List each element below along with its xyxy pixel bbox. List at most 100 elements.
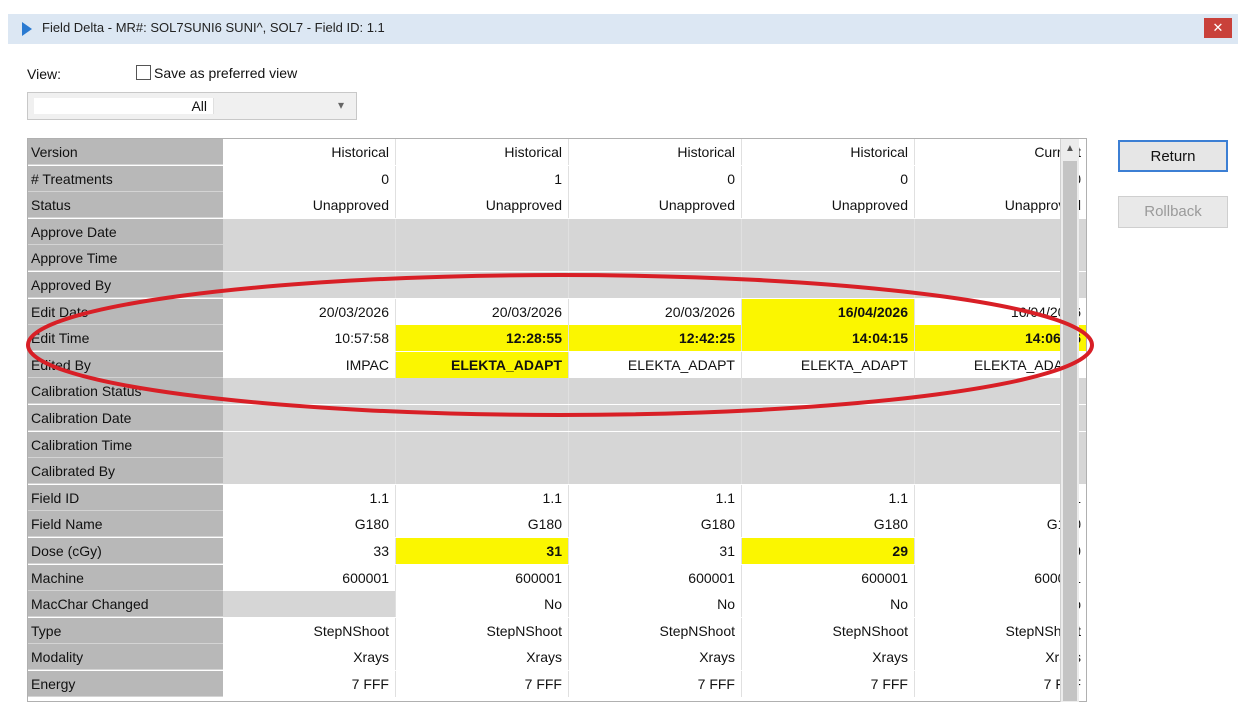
grid-cell bbox=[569, 378, 742, 405]
grid-cell: IMPAC bbox=[223, 351, 396, 378]
grid-cell: 14:04:15 bbox=[742, 325, 915, 352]
row-header: Calibration Date bbox=[28, 405, 223, 431]
grid-cell bbox=[569, 405, 742, 431]
table-row: Dose (cGy)3331312929 bbox=[28, 538, 1086, 564]
table-row: Field NameG180G180G180G180G180 bbox=[28, 511, 1086, 538]
grid-cell: 10:57:58 bbox=[223, 325, 396, 352]
table-row: Approve Time bbox=[28, 245, 1086, 272]
grid-cell: 20/03/2026 bbox=[396, 298, 569, 325]
grid-cell: Unapproved bbox=[742, 192, 915, 219]
grid-cell: StepNShoot bbox=[569, 617, 742, 644]
grid-cell bbox=[223, 405, 396, 431]
grid-cell: Unapproved bbox=[569, 192, 742, 219]
grid-cell bbox=[223, 431, 396, 458]
close-button[interactable]: ✕ bbox=[1204, 18, 1232, 38]
scroll-thumb[interactable] bbox=[1063, 161, 1077, 701]
table-row: # Treatments01000 bbox=[28, 165, 1086, 192]
view-dropdown-value: All bbox=[34, 98, 214, 114]
grid-scrollbar[interactable]: ▲ bbox=[1060, 139, 1079, 702]
grid-cell: StepNShoot bbox=[396, 617, 569, 644]
grid-cell bbox=[223, 591, 396, 618]
grid-cell: ELEKTA_ADAPT bbox=[396, 351, 569, 378]
grid-cell bbox=[396, 272, 569, 298]
table-row: Calibration Status bbox=[28, 378, 1086, 405]
grid-cell bbox=[396, 378, 569, 405]
grid-cell: G180 bbox=[742, 511, 915, 538]
grid-cell: Xrays bbox=[396, 644, 569, 671]
chevron-down-icon: ▾ bbox=[337, 98, 344, 112]
grid-cell bbox=[569, 218, 742, 245]
grid-cell: No bbox=[742, 591, 915, 618]
grid-cell: No bbox=[396, 591, 569, 618]
grid-cell: G180 bbox=[569, 511, 742, 538]
grid-cell bbox=[223, 458, 396, 485]
grid-cell: 7 FFF bbox=[569, 671, 742, 697]
grid-cell: G180 bbox=[396, 511, 569, 538]
grid-cell: StepNShoot bbox=[223, 617, 396, 644]
scroll-up-icon[interactable]: ▲ bbox=[1065, 143, 1075, 154]
grid-cell: StepNShoot bbox=[742, 617, 915, 644]
table-row: Edit Date 20/03/2026 20/03/2026 20/03/2026 1… bbox=[28, 298, 1086, 325]
grid-cell bbox=[742, 218, 915, 245]
view-dropdown[interactable]: All ▾ bbox=[27, 92, 357, 120]
grid-cell bbox=[569, 245, 742, 272]
grid-cell: 600001 bbox=[742, 564, 915, 591]
rollback-button[interactable]: Rollback bbox=[1118, 196, 1228, 228]
grid-cell bbox=[396, 458, 569, 485]
grid-cell bbox=[396, 245, 569, 272]
row-header: Edited By bbox=[28, 351, 223, 378]
table-row: Type StepNShoot StepNShoot StepNShoot StepNS… bbox=[28, 617, 1086, 644]
table-row: MacChar ChangedNoNoNoNo bbox=[28, 591, 1086, 618]
title-bar: Field Delta - MR#: SOL7SUNI6 SUNI^, SOL7… bbox=[8, 14, 1238, 44]
save-preferred-view-label: Save as preferred view bbox=[154, 65, 298, 81]
table-row: Edit Time 10:57:58 12:28:55 12:42:25 14:04:1… bbox=[28, 325, 1086, 352]
grid-cell bbox=[223, 378, 396, 405]
grid-cell bbox=[396, 405, 569, 431]
row-header: Machine bbox=[28, 564, 223, 591]
grid-cell: 20/03/2026 bbox=[569, 298, 742, 325]
grid-cell: 7 FFF bbox=[742, 671, 915, 697]
grid-cell: Unapproved bbox=[223, 192, 396, 219]
row-header: Modality bbox=[28, 644, 223, 671]
grid-cell: 12:28:55 bbox=[396, 325, 569, 352]
window-title: Field Delta - MR#: SOL7SUNI6 SUNI^, SOL7… bbox=[42, 20, 385, 35]
save-preferred-view-checkbox[interactable] bbox=[136, 65, 151, 80]
grid-cell: 600001 bbox=[223, 564, 396, 591]
grid-cell: 12:42:25 bbox=[569, 325, 742, 352]
grid-cell bbox=[742, 245, 915, 272]
grid-cell: 0 bbox=[742, 165, 915, 192]
grid-cell bbox=[569, 272, 742, 298]
row-header: Version bbox=[28, 139, 223, 165]
grid-cell: 600001 bbox=[569, 564, 742, 591]
row-header: Field Name bbox=[28, 511, 223, 538]
grid-cell bbox=[223, 272, 396, 298]
row-header: Calibrated By bbox=[28, 458, 223, 485]
row-header: Status bbox=[28, 192, 223, 219]
row-header: Dose (cGy) bbox=[28, 538, 223, 564]
grid-cell: 29 bbox=[742, 538, 915, 564]
table-row: Calibrated By bbox=[28, 458, 1086, 485]
grid-cell: Historical bbox=[223, 139, 396, 165]
row-header: Calibration Time bbox=[28, 431, 223, 458]
return-button[interactable]: Return bbox=[1118, 140, 1228, 172]
grid-cell bbox=[742, 431, 915, 458]
grid-cell: 20/03/2026 bbox=[223, 298, 396, 325]
grid-cell bbox=[742, 458, 915, 485]
table-row: Edited By IMPAC ELEKTA_ADAPT ELEKTA_ADAPT EL… bbox=[28, 351, 1086, 378]
grid-cell: 0 bbox=[569, 165, 742, 192]
field-delta-grid: Version Historical Historical Historical His… bbox=[27, 138, 1087, 702]
row-header: Edit Time bbox=[28, 325, 223, 352]
grid-cell: Xrays bbox=[223, 644, 396, 671]
row-header: Approve Date bbox=[28, 218, 223, 245]
grid-cell: ELEKTA_ADAPT bbox=[742, 351, 915, 378]
grid-cell bbox=[742, 272, 915, 298]
row-header: Approved By bbox=[28, 272, 223, 298]
table-row: Calibration Date bbox=[28, 405, 1086, 431]
row-header: MacChar Changed bbox=[28, 591, 223, 618]
row-header: # Treatments bbox=[28, 165, 223, 192]
grid-cell: Historical bbox=[569, 139, 742, 165]
grid-cell: Historical bbox=[396, 139, 569, 165]
row-header: Calibration Status bbox=[28, 378, 223, 405]
grid-cell: 1.1 bbox=[742, 484, 915, 511]
row-header: Field ID bbox=[28, 484, 223, 511]
